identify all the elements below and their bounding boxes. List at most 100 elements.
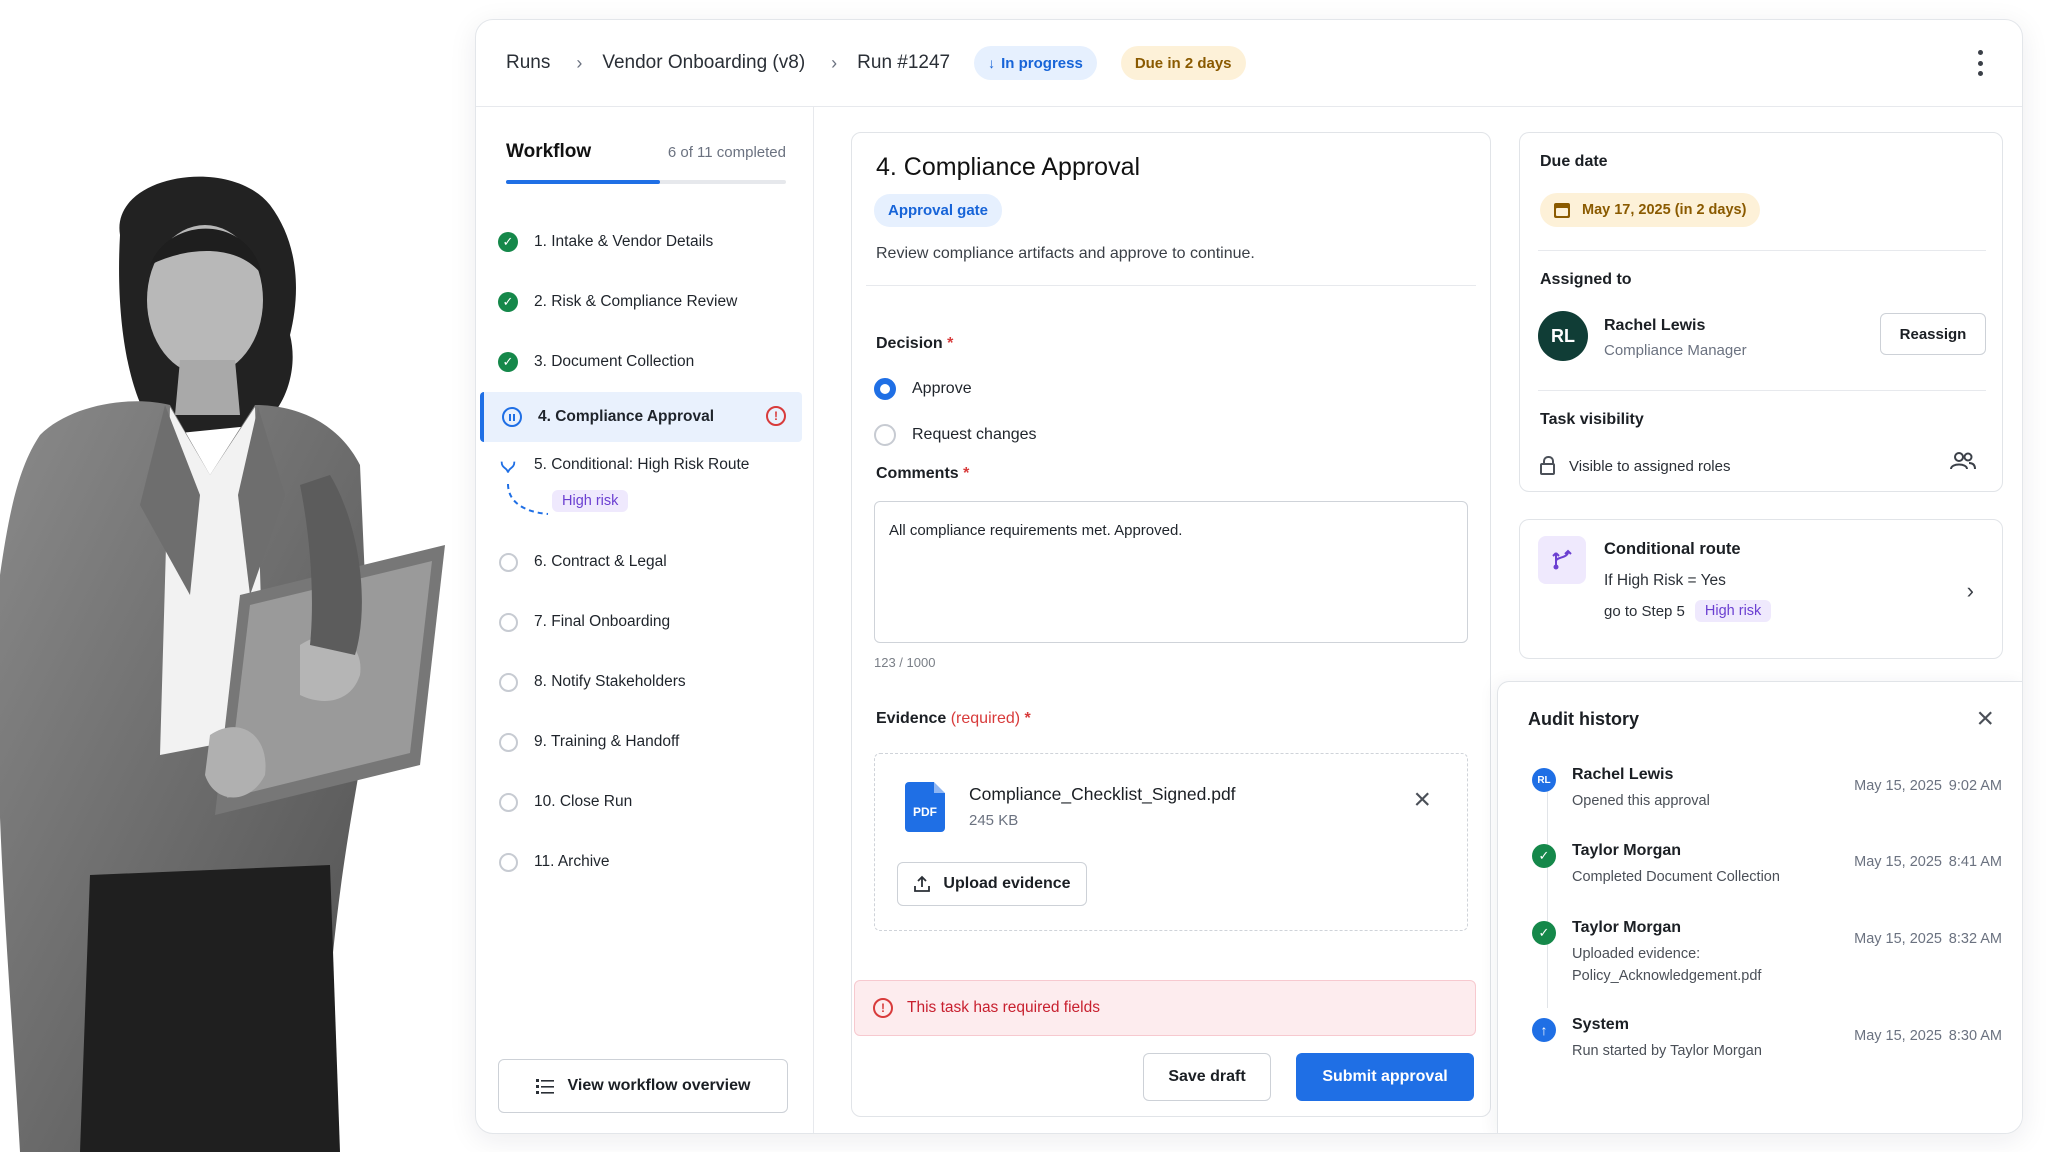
evidence-required-text: (required) <box>950 710 1021 727</box>
chevron-right-icon[interactable]: › <box>1967 578 1974 604</box>
task-visibility-row: Visible to assigned roles <box>1540 456 1731 475</box>
workflow-step-11[interactable]: 11. Archive <box>476 832 814 892</box>
list-icon <box>535 1079 554 1094</box>
workflow-step-9[interactable]: 9. Training & Handoff <box>476 712 814 772</box>
step-label: 4. Compliance Approval <box>538 408 714 425</box>
approval-gate-badge: Approval gate <box>874 194 1003 227</box>
event-time: 8:32 AM <box>1948 931 2002 947</box>
users-icon[interactable] <box>1950 451 1976 471</box>
task-visibility-value: Visible to assigned roles <box>1569 457 1731 475</box>
event-description: Uploaded evidence: Policy_Acknowledgemen… <box>1572 946 1762 984</box>
evidence-label: Evidence (required) * <box>876 710 1031 728</box>
step-label: 7. Final Onboarding <box>534 613 671 630</box>
task-details-card: Due date May 17, 2025 (in 2 days) Assign… <box>1519 132 2003 492</box>
conditional-route-card[interactable]: Conditional route If High Risk = Yes go … <box>1519 519 2003 659</box>
assignee-name: Rachel Lewis <box>1604 317 1706 334</box>
workflow-step-1[interactable]: ✓ 1. Intake & Vendor Details <box>476 212 814 272</box>
workflow-step-3[interactable]: ✓ 3. Document Collection <box>476 332 814 392</box>
radio-selected-icon[interactable] <box>874 378 896 400</box>
timeline-line <box>1547 778 1548 1008</box>
required-fields-alert: ! This task has required fields <box>854 980 1476 1036</box>
check-circle-icon: ✓ <box>498 232 518 252</box>
more-options-icon[interactable] <box>1976 50 1984 76</box>
step-label: 11. Archive <box>534 853 610 870</box>
close-icon[interactable]: × <box>1976 702 1994 736</box>
audit-history-panel: Audit history × RL Rachel Lewis Opened t… <box>1497 681 2022 1133</box>
decision-label: Decision * <box>876 335 953 353</box>
workflow-step-2[interactable]: ✓ 2. Risk & Compliance Review <box>476 272 814 332</box>
status-badge-label: In progress <box>1001 54 1083 72</box>
route-target: go to Step 5 <box>1604 602 1685 620</box>
required-mark: * <box>947 335 954 352</box>
step-label: 6. Contract & Legal <box>534 553 667 570</box>
divider <box>1538 250 1986 251</box>
character-counter: 123 / 1000 <box>874 655 936 670</box>
breadcrumb-template[interactable]: Vendor Onboarding (v8) <box>602 52 805 74</box>
comments-label: Comments * <box>876 465 969 483</box>
chevron-right-icon: › <box>576 52 583 73</box>
workflow-step-5-conditional[interactable]: 5. Conditional: High Risk Route High ris… <box>476 442 814 532</box>
workflow-step-8[interactable]: 8. Notify Stakeholders <box>476 652 814 712</box>
empty-circle-icon <box>498 552 518 572</box>
breadcrumb-runs[interactable]: Runs <box>506 52 550 74</box>
workflow-step-4-active[interactable]: 4. Compliance Approval ! <box>480 392 802 442</box>
divider <box>1538 390 1986 391</box>
check-circle-icon: ✓ <box>1532 921 1556 945</box>
event-description: Completed Document Collection <box>1572 869 1780 885</box>
event-date: May 15, 2025 <box>1854 854 1942 870</box>
breadcrumb-run: Run #1247 <box>857 52 951 73</box>
lock-icon <box>1540 456 1555 475</box>
step-label: 8. Notify Stakeholders <box>534 673 686 690</box>
arrow-down-icon: ↓ <box>988 55 996 71</box>
step-label: 3. Document Collection <box>534 353 695 370</box>
task-visibility-label: Task visibility <box>1540 411 1644 428</box>
empty-circle-icon <box>498 792 518 812</box>
route-target-row: go to Step 5 High risk <box>1604 600 1772 622</box>
decision-option-approve[interactable]: Approve <box>874 378 972 400</box>
due-date-label: Due date <box>1540 153 1608 170</box>
workflow-sidebar: Workflow 6 of 11 completed ✓ 1. Intake &… <box>476 107 814 1133</box>
decision-option-request-changes[interactable]: Request changes <box>874 424 1037 446</box>
reassign-button[interactable]: Reassign <box>1880 313 1986 355</box>
view-workflow-overview-button[interactable]: View workflow overview <box>498 1059 788 1113</box>
upload-evidence-label: Upload evidence <box>943 875 1071 892</box>
top-bar: Runs › Vendor Onboarding (v8) › Run #124… <box>476 20 2022 107</box>
step-label: 5. Conditional: High Risk Route <box>534 456 750 473</box>
alert-circle-icon: ! <box>873 998 893 1018</box>
step-label: 1. Intake & Vendor Details <box>534 233 714 250</box>
comments-label-text: Comments <box>876 465 959 482</box>
workflow-title[interactable]: Workflow <box>506 141 591 162</box>
check-circle-icon: ✓ <box>498 352 518 372</box>
alert-circle-icon: ! <box>766 406 786 426</box>
comments-textarea[interactable]: All compliance requirements met. Approve… <box>874 501 1468 643</box>
avatar: RL <box>1538 311 1588 361</box>
audit-history-title: Audit history <box>1528 709 1639 729</box>
route-condition: If High Risk = Yes <box>1604 572 1726 589</box>
route-branch-icon <box>1538 536 1586 584</box>
step-label: 2. Risk & Compliance Review <box>534 293 738 310</box>
upload-evidence-button[interactable]: Upload evidence <box>897 862 1087 906</box>
remove-file-close-icon[interactable]: × <box>1413 785 1431 815</box>
due-date-pill: May 17, 2025 (in 2 days) <box>1540 193 1761 227</box>
workflow-progress-text: 6 of 11 completed <box>667 144 786 161</box>
task-description: Review compliance artifacts and approve … <box>876 245 1255 262</box>
workflow-step-6[interactable]: 6. Contract & Legal <box>476 532 814 592</box>
high-risk-badge: High risk <box>552 490 629 512</box>
decision-label-text: Decision <box>876 335 943 352</box>
route-title: Conditional route <box>1604 540 1741 558</box>
workflow-step-10[interactable]: 10. Close Run <box>476 772 814 832</box>
step-label: 10. Close Run <box>534 793 633 810</box>
save-draft-button[interactable]: Save draft <box>1143 1053 1271 1101</box>
empty-circle-icon <box>498 672 518 692</box>
divider <box>866 285 1476 286</box>
due-date-value: May 17, 2025 (in 2 days) <box>1582 202 1747 218</box>
radio-unselected-icon[interactable] <box>874 424 896 446</box>
workflow-step-7[interactable]: 7. Final Onboarding <box>476 592 814 652</box>
event-time: 9:02 AM <box>1948 778 2002 794</box>
event-time: 8:30 AM <box>1948 1028 2002 1044</box>
task-card: 4. Compliance Approval Approval gate Rev… <box>851 132 1491 1117</box>
workflow-progress-fill <box>506 180 660 184</box>
submit-approval-button[interactable]: Submit approval <box>1296 1053 1474 1101</box>
file-name[interactable]: Compliance_Checklist_Signed.pdf <box>969 784 1236 805</box>
evidence-dropzone[interactable]: PDF Compliance_Checklist_Signed.pdf 245 … <box>874 753 1468 931</box>
